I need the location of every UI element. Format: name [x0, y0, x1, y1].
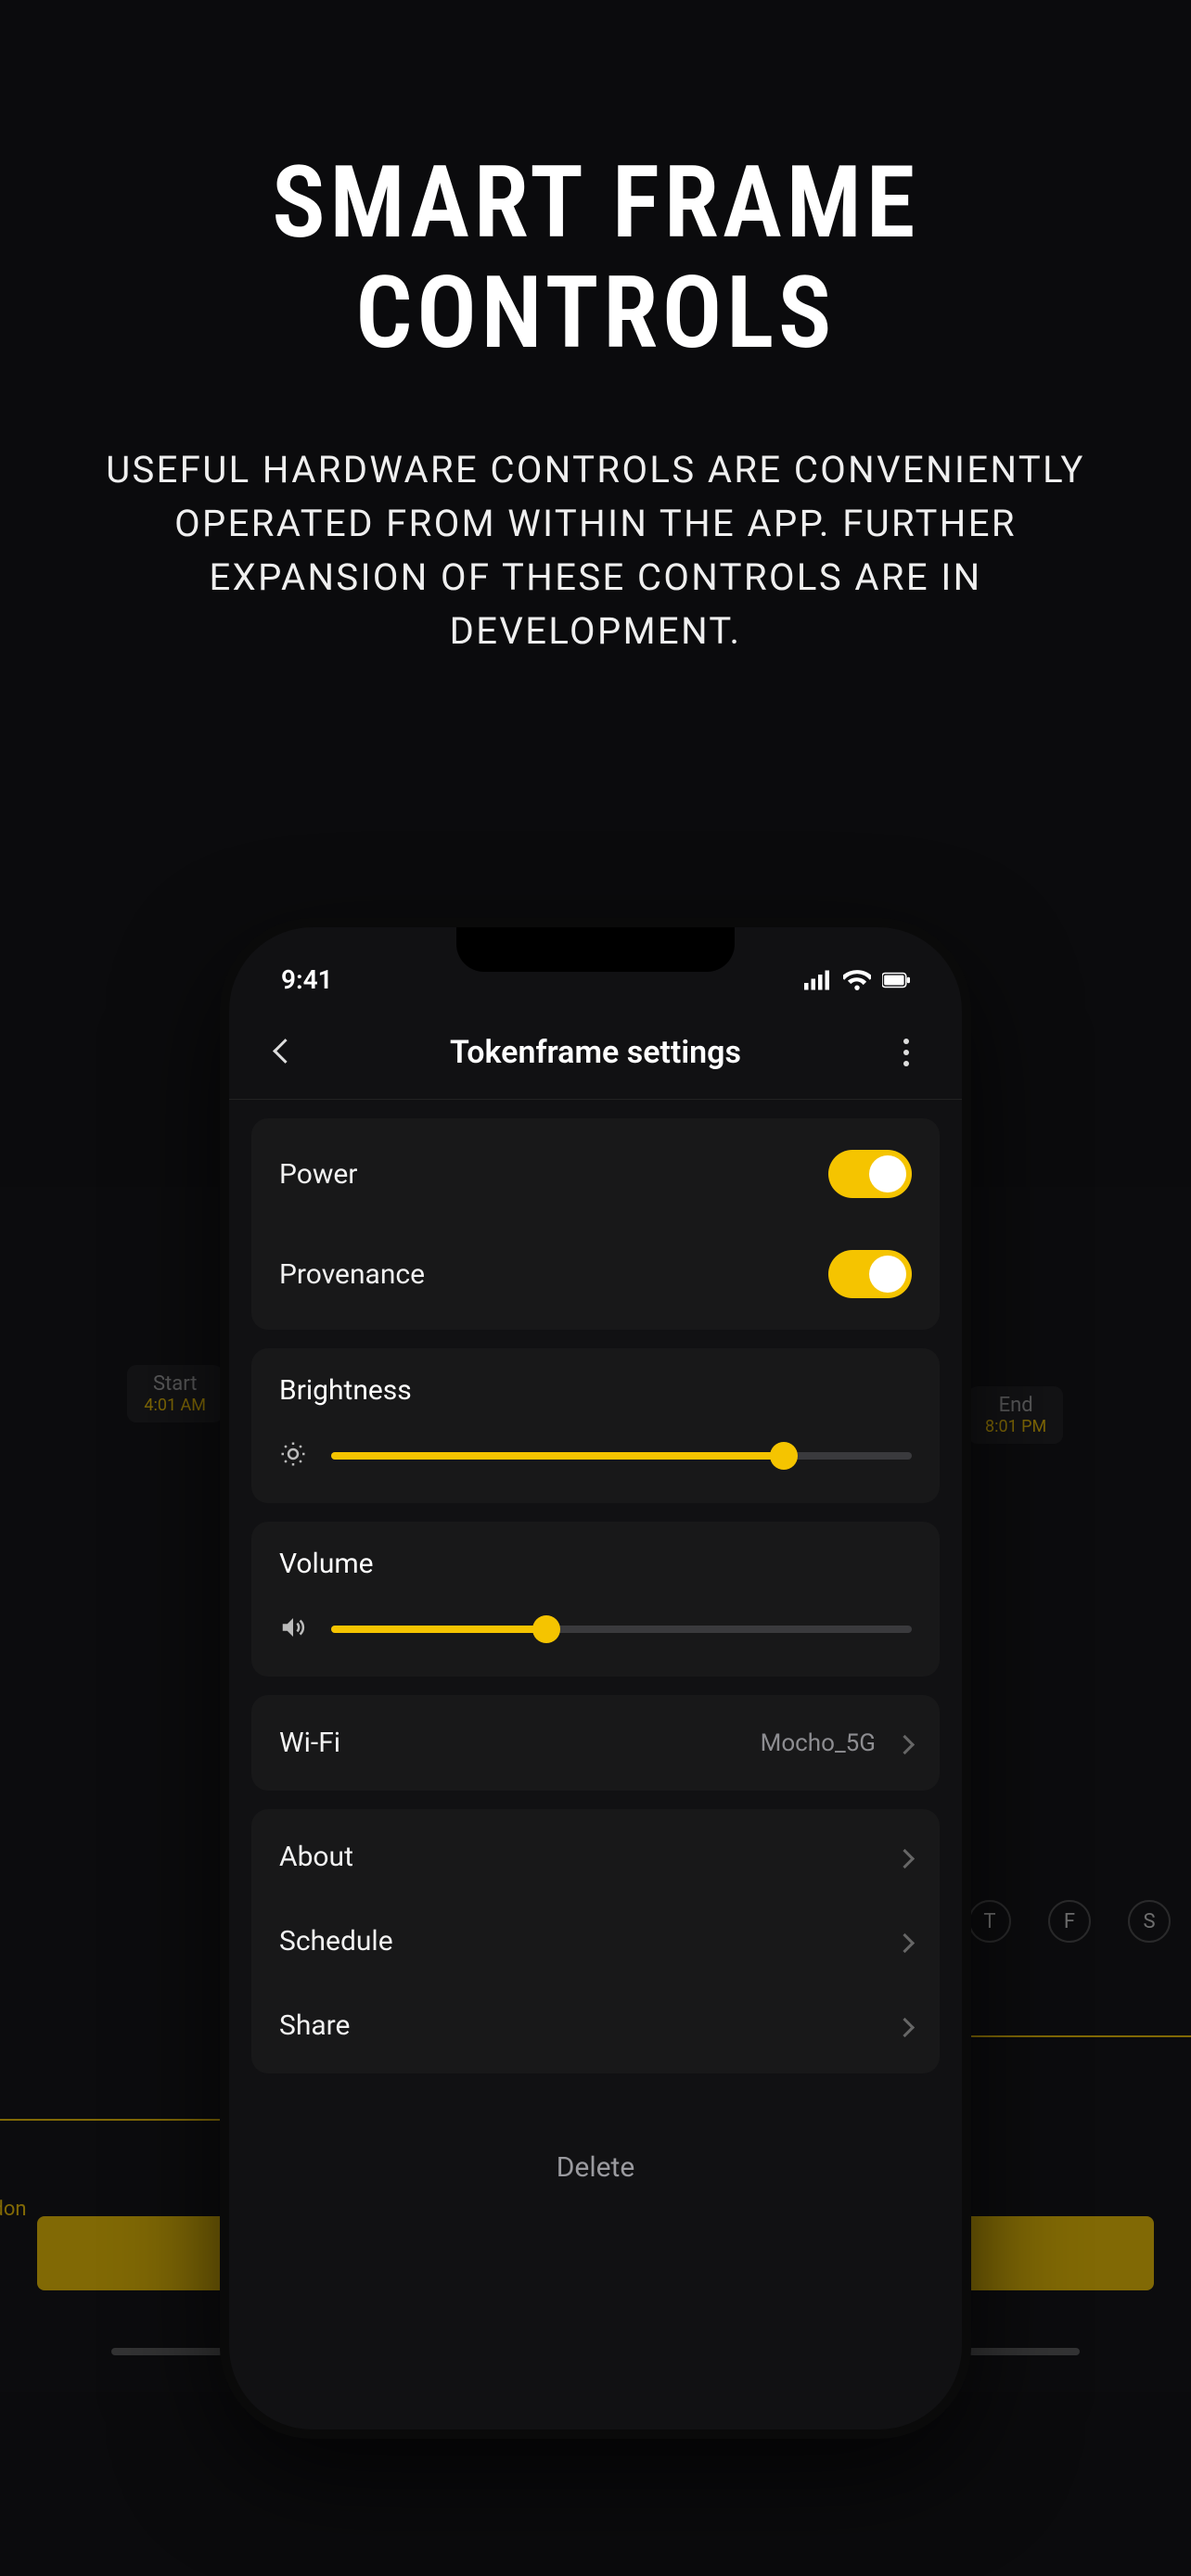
- volume-card: Volume: [251, 1522, 940, 1677]
- wifi-icon: [843, 970, 871, 990]
- day-bubble: S: [1128, 1900, 1171, 1943]
- toggle-card: Power Provenance: [251, 1118, 940, 1330]
- end-label: End: [999, 1394, 1033, 1417]
- brightness-card: Brightness: [251, 1348, 940, 1503]
- chevron-right-icon: [898, 2009, 912, 2042]
- provenance-label: Provenance: [279, 1258, 425, 1291]
- status-time: 9:41: [281, 964, 333, 995]
- slider-thumb[interactable]: [770, 1442, 798, 1470]
- day-bubble: T: [968, 1900, 1011, 1943]
- day-selector: T F S: [931, 1881, 1191, 1943]
- share-label: Share: [279, 2009, 350, 2042]
- volume-icon: [279, 1613, 307, 1645]
- timezone-label: Time zone: [0, 2167, 223, 2190]
- battery-icon: [882, 970, 910, 990]
- wifi-label: Wi-Fi: [279, 1727, 340, 1759]
- delete-label: Delete: [557, 2151, 635, 2184]
- background-phone-right: ••ıl ᯤ ▭ End 8:01 PM AM PM T F S: [931, 1187, 1191, 2392]
- brightness-label: Brightness: [279, 1374, 912, 1407]
- wifi-card: Wi-Fi Mocho_5G: [251, 1695, 940, 1791]
- provenance-toggle[interactable]: [828, 1250, 912, 1298]
- home-indicator: [968, 2348, 1080, 2355]
- links-card: About Schedule Share: [251, 1809, 940, 2073]
- power-row[interactable]: Power: [251, 1124, 940, 1224]
- home-indicator: [111, 2348, 223, 2355]
- start-tab: Start 4:01 AM: [127, 1365, 223, 1422]
- wifi-value: Mocho_5G: [761, 1729, 876, 1757]
- screen-title: Tokenframe settings: [450, 1034, 741, 1071]
- about-row[interactable]: About: [251, 1815, 940, 1899]
- volume-slider[interactable]: [331, 1626, 912, 1633]
- phone-mockup: 9:41 Tokenframe settings Power Provenanc…: [229, 927, 962, 2429]
- brightness-icon: [279, 1440, 307, 1472]
- start-label: Start: [153, 1372, 197, 1396]
- back-button[interactable]: [266, 1042, 303, 1064]
- start-value: 4:01 AM: [144, 1396, 206, 1415]
- kebab-icon: [888, 1039, 925, 1066]
- volume-label: Volume: [279, 1548, 912, 1580]
- day-bubble: F: [1048, 1900, 1091, 1943]
- end-value: 8:01 PM: [985, 1417, 1046, 1436]
- power-toggle[interactable]: [828, 1150, 912, 1198]
- chevron-right-icon: [898, 1841, 912, 1873]
- hero-title: SMART FRAME CONTROLS: [74, 148, 1117, 369]
- background-phone-left: 9:41 Start 4:01 AM 3: 4: 5 Every day S M…: [0, 1187, 260, 2392]
- chevron-right-icon: [898, 1727, 912, 1759]
- schedule-label: Schedule: [279, 1925, 393, 1958]
- cellular-icon: [804, 970, 832, 990]
- provenance-row[interactable]: Provenance: [251, 1224, 940, 1324]
- end-tab: End 8:01 PM: [968, 1386, 1063, 1444]
- more-button[interactable]: [888, 1039, 925, 1066]
- delete-button[interactable]: Delete: [251, 2129, 940, 2206]
- chevron-right-icon: [898, 1925, 912, 1958]
- slider-thumb[interactable]: [532, 1615, 560, 1643]
- hero-title-line-2: CONTROLS: [355, 255, 836, 372]
- share-row[interactable]: Share: [251, 1983, 940, 2068]
- hero-title-line-1: SMART FRAME: [272, 145, 919, 261]
- hero-subtitle: USEFUL HARDWARE CONTROLS ARE CONVENIENTL…: [74, 443, 1117, 658]
- about-label: About: [279, 1841, 353, 1873]
- phone-notch: [456, 927, 735, 972]
- power-label: Power: [279, 1158, 357, 1191]
- every-day-label: Every day: [0, 1944, 260, 1970]
- nav-bar: Tokenframe settings: [229, 995, 962, 1100]
- status-icons: [804, 970, 910, 990]
- recreation-label: Recreation: [0, 2077, 223, 2100]
- marketing-hero: SMART FRAME CONTROLS USEFUL HARDWARE CON…: [0, 148, 1191, 658]
- chevron-left-icon: [276, 1046, 294, 1064]
- brightness-slider[interactable]: [331, 1452, 912, 1460]
- wifi-row[interactable]: Wi-Fi Mocho_5G: [251, 1701, 940, 1785]
- day-selector: S M T: [0, 1970, 260, 2031]
- schedule-row[interactable]: Schedule: [251, 1899, 940, 1983]
